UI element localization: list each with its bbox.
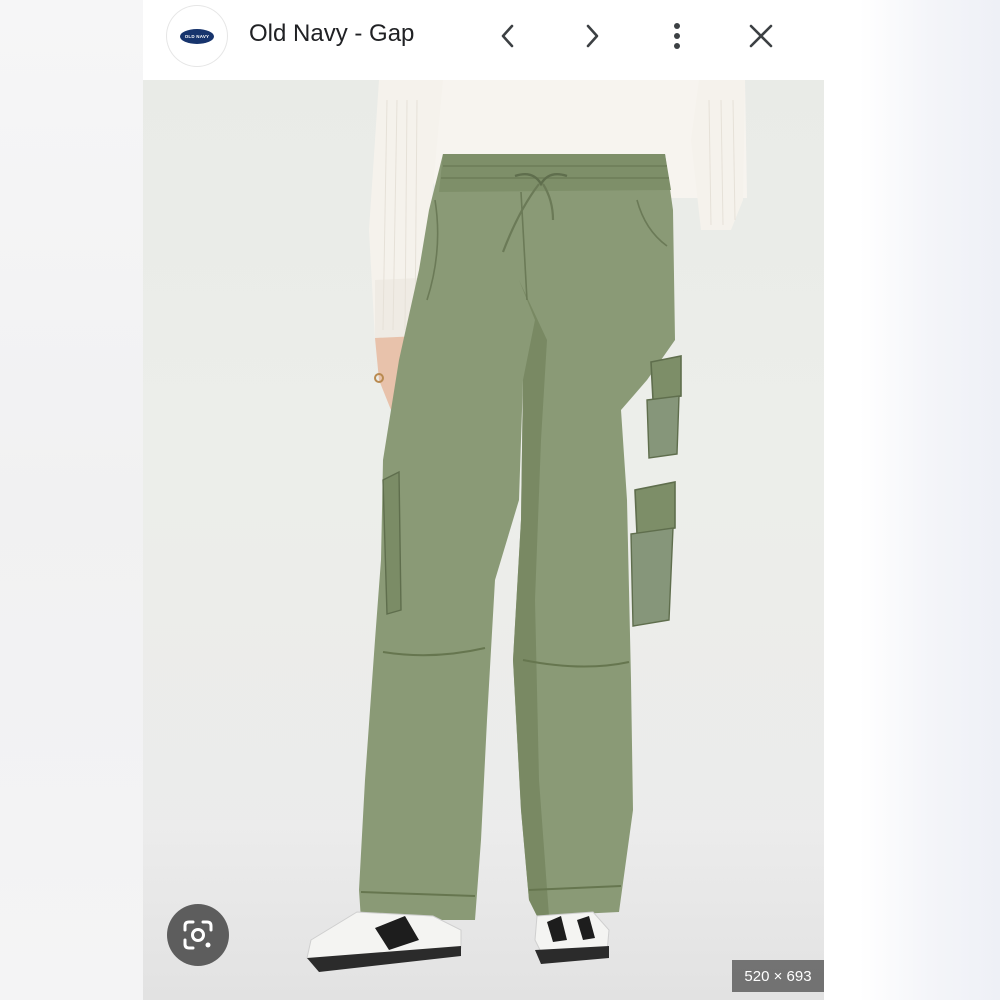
product-image[interactable]: 520 × 693: [143, 80, 824, 1000]
next-button[interactable]: [572, 16, 612, 56]
image-viewer-panel: OLD NAVY Old Navy - Gap 520 × 693: [143, 0, 824, 1000]
chevron-right-icon: [586, 24, 599, 48]
google-lens-button[interactable]: [167, 904, 229, 966]
background-right: [824, 0, 1000, 1000]
more-vert-icon: [674, 23, 680, 49]
site-title[interactable]: Old Navy - Gap: [249, 20, 414, 48]
sweater-right-sleeve: [691, 80, 745, 230]
old-navy-logo: OLD NAVY: [180, 28, 214, 44]
background-left: [0, 0, 143, 1000]
viewer-header: OLD NAVY Old Navy - Gap: [143, 0, 824, 80]
more-options-button[interactable]: [657, 16, 697, 56]
image-dimensions-badge: 520 × 693: [732, 960, 824, 992]
close-button[interactable]: [741, 16, 781, 56]
close-icon: [749, 24, 773, 48]
product-photo-illustration: [306, 80, 747, 972]
previous-button[interactable]: [488, 16, 528, 56]
site-favicon[interactable]: OLD NAVY: [167, 6, 227, 66]
google-lens-icon: [183, 920, 213, 950]
chevron-left-icon: [501, 24, 514, 48]
